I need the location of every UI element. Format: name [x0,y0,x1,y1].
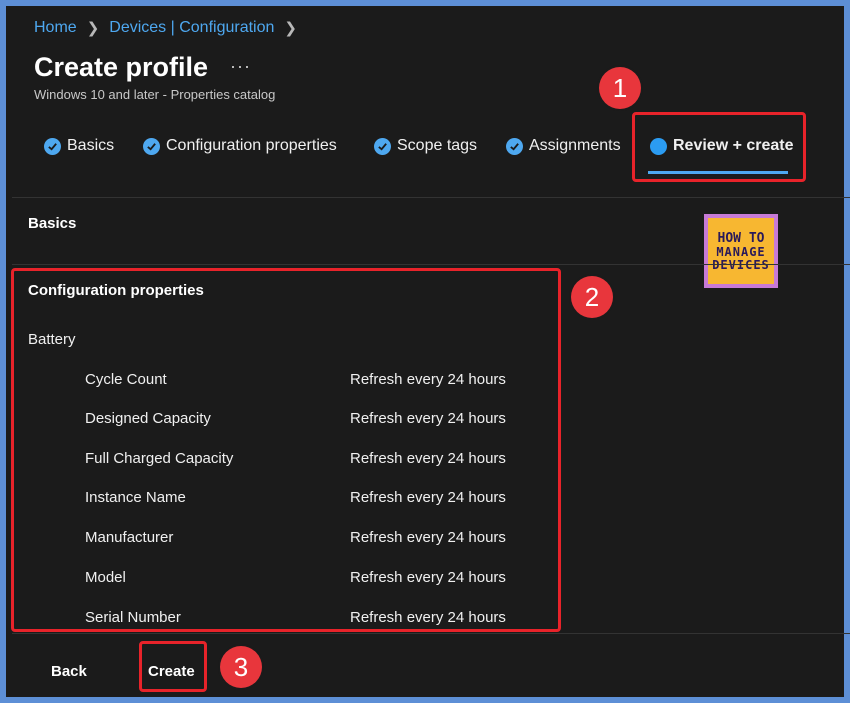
divider [12,264,850,265]
annotation-badge-2: 2 [571,276,613,318]
section-basics-heading: Basics [28,215,77,232]
annotation-box-configuration [11,268,561,632]
page-subtitle: Windows 10 and later - Properties catalo… [34,87,276,102]
chevron-right-icon: ❯ [284,20,297,37]
page-title: Create profile [34,52,209,82]
tab-label: Configuration properties [166,137,337,154]
annotation-box-create-button [139,641,207,692]
tab-scope-tags[interactable]: Scope tags [374,137,477,155]
tab-label: Scope tags [397,137,478,154]
howto-manage-devices-logo: HOW TO MANAGE DEVICES [704,214,778,288]
tab-basics[interactable]: Basics [44,137,114,155]
checkmark-icon [44,137,61,155]
breadcrumb-devices-configuration-link[interactable]: Devices | Configuration [109,19,274,37]
checkmark-icon [374,137,391,155]
breadcrumb-home-link[interactable]: Home [34,19,77,37]
tab-assignments[interactable]: Assignments [506,137,621,155]
chevron-right-icon: ❯ [86,20,100,37]
breadcrumb: Home ❯ Devices | Configuration ❯ [34,19,297,37]
checkmark-icon [506,137,523,155]
tab-label: Basics [67,137,115,154]
annotation-box-review-tab [632,112,806,182]
divider [12,633,850,634]
checkmark-icon [143,137,160,155]
divider [12,197,850,198]
tab-configuration-properties[interactable]: Configuration properties [143,137,337,155]
back-button[interactable]: Back [51,663,87,680]
annotation-badge-3: 3 [220,646,262,688]
annotation-badge-1: 1 [599,67,641,109]
tab-label: Assignments [529,137,621,154]
app-frame: Home ❯ Devices | Configuration ❯ Create … [0,0,850,703]
more-options-icon[interactable]: ··· [230,56,251,77]
